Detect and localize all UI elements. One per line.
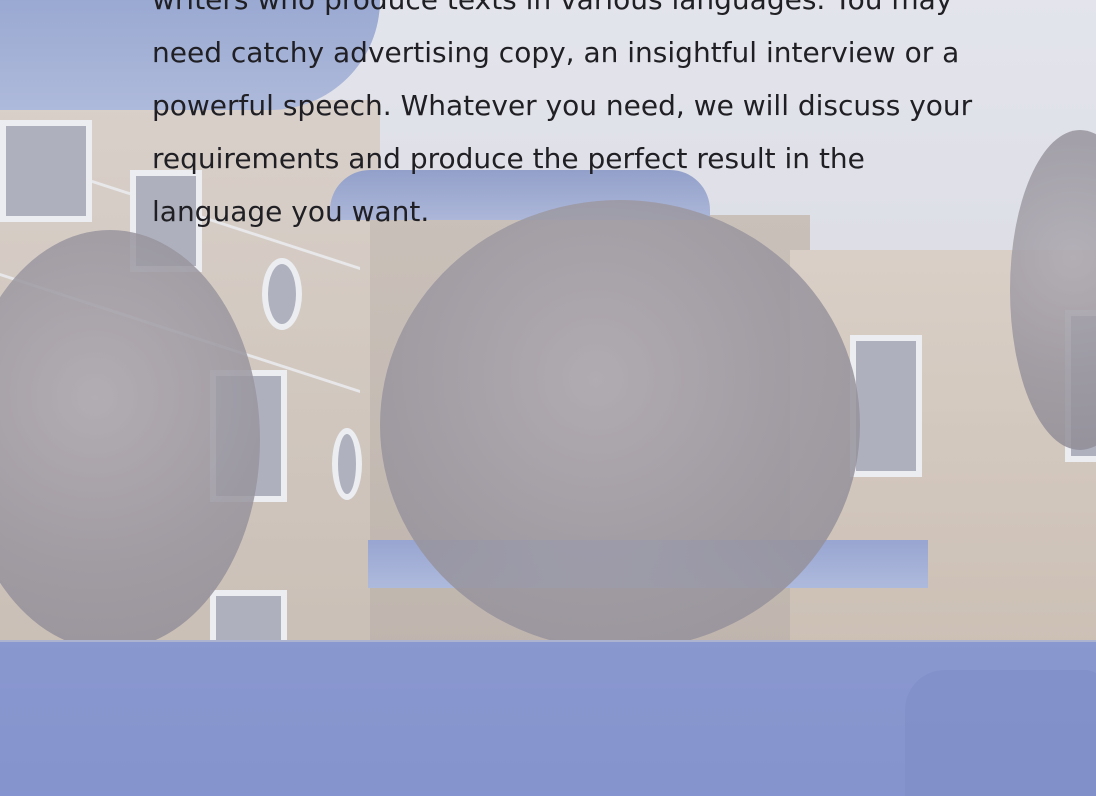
paragraph-line: language you want. (152, 195, 430, 228)
paragraph-line: requirements and produce the perfect res… (152, 142, 865, 175)
paragraph-line: writers who produce texts in various lan… (152, 0, 1012, 26)
paragraph-line: powerful speech. Whatever you need, we w… (152, 89, 973, 122)
page: writers who produce texts in various lan… (0, 0, 1096, 796)
paragraph-line: need catchy advertising copy, an insight… (152, 36, 960, 69)
blue-overlay-band (0, 642, 1096, 796)
article-paragraph: writers who produce texts in various lan… (152, 0, 1012, 238)
